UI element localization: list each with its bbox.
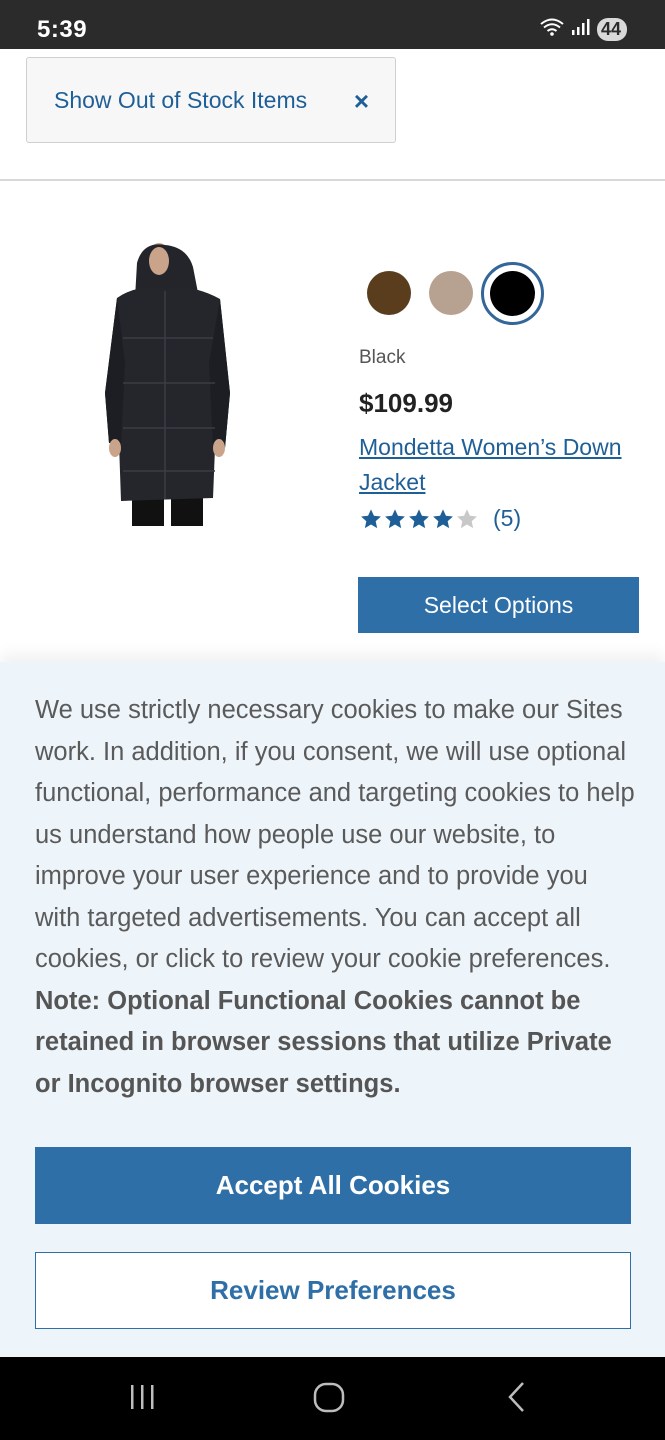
product-rating[interactable]: (5) (359, 505, 521, 532)
selected-color-name: Black (359, 347, 406, 368)
review-preferences-button[interactable]: Review Preferences (35, 1252, 631, 1329)
signal-icon (571, 18, 591, 41)
battery-level: 44 (600, 19, 621, 39)
star-icon (407, 508, 431, 530)
wifi-icon (539, 17, 565, 42)
swatch-black (490, 271, 535, 316)
status-time: 5:39 (37, 16, 88, 43)
close-icon[interactable]: × (354, 88, 369, 114)
star-icon (383, 508, 407, 530)
product-image[interactable] (95, 243, 240, 528)
system-nav-bar (0, 1357, 665, 1440)
product-title-link[interactable]: Mondetta Women’s Down Jacket (359, 430, 649, 500)
star-icon (359, 508, 383, 530)
status-bar: 5:39 44 (0, 0, 665, 49)
swatch-black-selected[interactable] (481, 262, 544, 325)
star-empty-icon (455, 508, 479, 530)
accept-all-cookies-button[interactable]: Accept All Cookies (35, 1147, 631, 1224)
filter-label: Show Out of Stock Items (54, 86, 308, 113)
review-count: (5) (493, 505, 522, 531)
status-icons: 44 (539, 17, 627, 42)
cookie-note: Note: Optional Functional Cookies cannot… (35, 986, 612, 1098)
swatch-brown[interactable] (367, 271, 411, 315)
cookie-body-text: We use strictly necessary cookies to mak… (35, 696, 635, 973)
back-icon[interactable] (502, 1379, 532, 1420)
show-out-of-stock-filter[interactable]: Show Out of Stock Items × (26, 57, 396, 143)
recent-apps-icon[interactable] (128, 1379, 158, 1420)
home-icon[interactable] (312, 1379, 346, 1420)
divider (0, 179, 665, 181)
swatch-beige[interactable] (429, 271, 473, 315)
cookie-banner: We use strictly necessary cookies to mak… (0, 662, 665, 1357)
battery-icon: 44 (596, 18, 627, 41)
select-options-button[interactable]: Select Options (358, 577, 639, 633)
star-icon (431, 508, 455, 530)
cookie-message: We use strictly necessary cookies to mak… (35, 690, 635, 1105)
product-price: $109.99 (359, 388, 453, 418)
